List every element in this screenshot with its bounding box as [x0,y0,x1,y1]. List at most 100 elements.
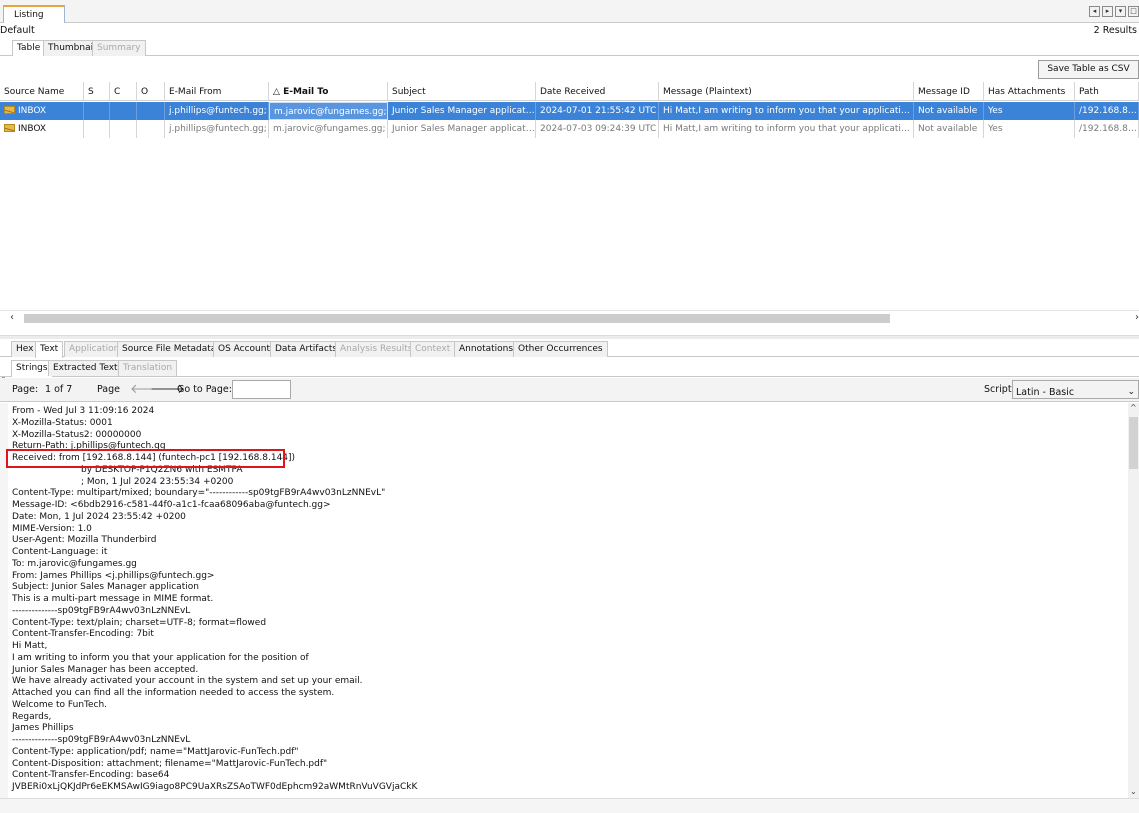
cell-source: INBOX [0,102,84,120]
scrollbar-thumb[interactable] [24,314,890,323]
column-header-email-to[interactable]: △ E-Mail To [269,82,388,100]
table-row[interactable]: INBOX j.phillips@funtech.gg; m.jarovic@f… [0,120,1139,138]
results-count: 2 Results [1093,25,1137,36]
listing-tab[interactable]: Listing [3,5,65,23]
column-header-message-id[interactable]: Message ID [914,82,984,100]
save-table-csv-button[interactable]: Save Table as CSV [1038,60,1139,79]
scroll-down-arrow-icon[interactable]: ⌄ [1130,787,1137,796]
cell-subject: Junior Sales Manager application [388,120,536,138]
table-row[interactable]: INBOX j.phillips@funtech.gg; m.jarovic@f… [0,102,1139,120]
cell-c [110,102,137,120]
scroll-up-arrow-icon[interactable]: ^ [1130,403,1137,412]
text-line: From - Wed Jul 3 11:09:16 2024 [12,406,155,416]
script-select-value: Latin - Basic [1016,387,1075,398]
tab-source-file-metadata[interactable]: Source File Metadata [117,341,222,357]
text-line: Subject: Junior Sales Manager applicatio… [12,582,199,593]
cell-o [137,120,165,138]
text-vertical-scrollbar[interactable]: ^ ⌄ [1128,403,1139,798]
default-label: Default [0,25,35,36]
text-line: Hi Matt, [12,641,48,651]
text-line: Content-Language: it [12,547,108,557]
text-line: User-Agent: Mozilla Thunderbird [12,535,157,546]
cell-path: /192.168.8.144 [1075,102,1139,120]
text-line: JVBERi0xLjQKJdPr6eEKMSAwIG9iago8PC9UaXRs… [12,782,418,792]
cell-has-attachments: Yes [984,102,1075,120]
text-line: Content-Type: application/pdf; name="Mat… [12,746,299,757]
status-strip [0,798,1139,813]
text-line: X-Mozilla-Status: 0001 [12,417,113,428]
cell-date-received: 2024-07-01 21:55:42 UTC [536,102,659,120]
scroll-right-arrow-icon[interactable]: › [1135,312,1139,323]
tab-strings[interactable]: Strings [11,360,53,377]
column-header-s[interactable]: S [84,82,110,100]
window-nav-buttons: ◂ ▸ ▾ □ [1089,6,1139,17]
page-indicator: 1 of 7 [45,384,73,395]
table-toolbar: Save Table as CSV [0,56,1139,81]
script-select[interactable]: Latin - Basic ⌄ [1012,380,1139,399]
text-line: Content-Type: text/plain; charset=UTF-8;… [12,617,267,628]
tab-text[interactable]: Text [35,341,64,358]
text-line: Content-Transfer-Encoding: 7bit [12,629,154,640]
scroll-left-arrow-icon[interactable]: ‹ [10,312,14,323]
text-line: From: James Phillips <j.phillips@funtech… [12,570,215,581]
tab-os-account[interactable]: OS Account [213,341,275,357]
tab-annotations[interactable]: Annotations [454,341,519,357]
view-tabs: Table Thumbnail Summary [0,38,1139,57]
column-header-has-attachments[interactable]: Has Attachments [984,82,1075,100]
cell-source-label: INBOX [18,124,47,134]
tab-context: Context [410,341,456,357]
tab-table[interactable]: Table [12,40,46,57]
cell-subject: Junior Sales Manager application [388,102,536,120]
table-header: Source Name S C O E-Mail From △ E-Mail T… [0,82,1139,101]
goto-page-input[interactable] [232,380,291,399]
cell-path: /192.168.8.144 [1075,120,1139,138]
column-header-subject[interactable]: Subject [388,82,536,100]
split-pane-divider[interactable] [0,335,1139,339]
cell-c [110,120,137,138]
text-line: --------------sp09tgFB9rA4wv03nLzNNEvL [12,735,191,745]
tab-other-occurrences[interactable]: Other Occurrences [513,341,608,357]
column-header-email-from[interactable]: E-Mail From [165,82,269,100]
text-line: Content-Disposition: attachment; filenam… [12,758,328,769]
column-header-o[interactable]: O [137,82,165,100]
cell-email-from: j.phillips@funtech.gg; [165,102,269,120]
page-label: Page: [12,384,39,395]
scroll-right-icon[interactable]: ▸ [1102,6,1113,17]
column-header-c[interactable]: C [110,82,137,100]
text-line: Date: Mon, 1 Jul 2024 23:55:42 +0200 [12,511,186,522]
column-header-path[interactable]: Path [1075,82,1139,100]
tab-data-artifacts[interactable]: Data Artifacts [270,341,343,357]
scrollbar-thumb[interactable] [1129,417,1138,469]
text-sub-tabs: Strings Extracted Text Translation [0,358,1139,377]
column-header-message[interactable]: Message (Plaintext) [659,82,914,100]
column-header-source-name[interactable]: Source Name [0,82,84,100]
text-line: Content-Type: multipart/mixed; boundary=… [12,488,386,499]
maximize-icon[interactable]: □ [1128,6,1139,17]
cell-message-id: Not available [914,120,984,138]
text-line: Content-Transfer-Encoding: base64 [12,770,170,781]
tab-application: Application [64,341,125,357]
cell-s [84,120,110,138]
tab-extracted-text[interactable]: Extracted Text [48,360,123,376]
tab-analysis-results: Analysis Results [335,341,418,357]
text-line: ; Mon, 1 Jul 2024 23:55:34 +0200 [81,476,234,487]
highlight-annotation-box [6,449,285,468]
cell-source-label: INBOX [18,106,47,116]
script-label: Script: [984,384,1015,395]
text-line: MIME-Version: 1.0 [12,523,92,534]
page-word: Page [97,384,120,395]
chevron-down-icon: ⌄ [1127,387,1135,397]
table-horizontal-scrollbar[interactable]: ‹ › [0,310,1139,325]
goto-page-label: Go to Page: [177,384,232,395]
column-header-date-received[interactable]: Date Received [536,82,659,100]
cell-has-attachments: Yes [984,120,1075,138]
text-line: Attached you can find all the informatio… [12,688,335,698]
text-line: Welcome to FunTech. [12,699,108,710]
scroll-left-icon[interactable]: ◂ [1089,6,1100,17]
cell-s [84,102,110,120]
cell-email-to: m.jarovic@fungames.gg; [269,120,388,138]
sort-ascending-icon: △ [273,87,280,97]
dropdown-icon[interactable]: ▾ [1115,6,1126,17]
cell-message: Hi Matt,I am writing to inform you that … [659,102,914,120]
text-line: Regards, [12,711,52,722]
